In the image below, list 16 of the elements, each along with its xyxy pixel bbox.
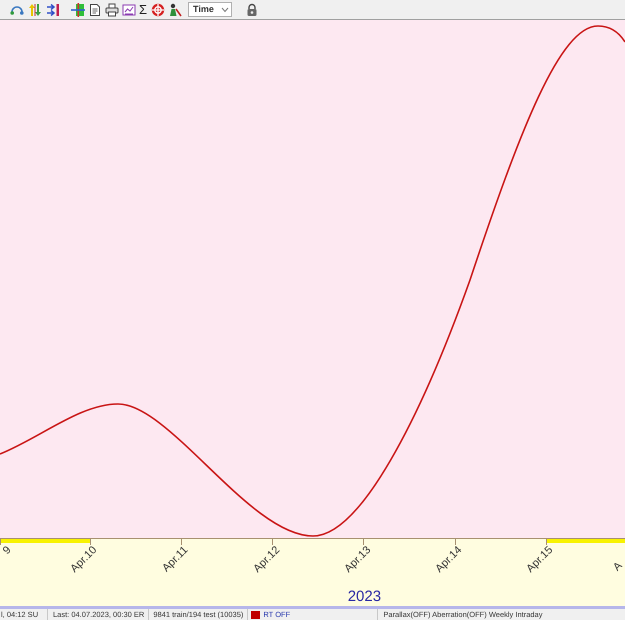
cross-icon[interactable]	[71, 2, 85, 16]
time-select[interactable]: Time	[188, 2, 232, 17]
axis-label: 9	[0, 544, 14, 557]
axis-label: A	[610, 560, 624, 574]
sum-button[interactable]: Σ	[138, 2, 148, 16]
chart-icon[interactable]	[122, 2, 136, 16]
status-square-icon	[251, 610, 260, 618]
arrows-icon[interactable]	[28, 2, 42, 16]
caret-icon	[221, 6, 230, 12]
padlock-icon[interactable]	[245, 2, 260, 16]
target-icon[interactable]	[151, 2, 166, 16]
document-icon[interactable]	[88, 2, 102, 16]
printer-icon[interactable]	[105, 2, 119, 16]
person-icon[interactable]	[168, 2, 182, 16]
year-label: 2023	[348, 589, 382, 605]
arrows-to-bar-icon[interactable]	[46, 2, 60, 16]
